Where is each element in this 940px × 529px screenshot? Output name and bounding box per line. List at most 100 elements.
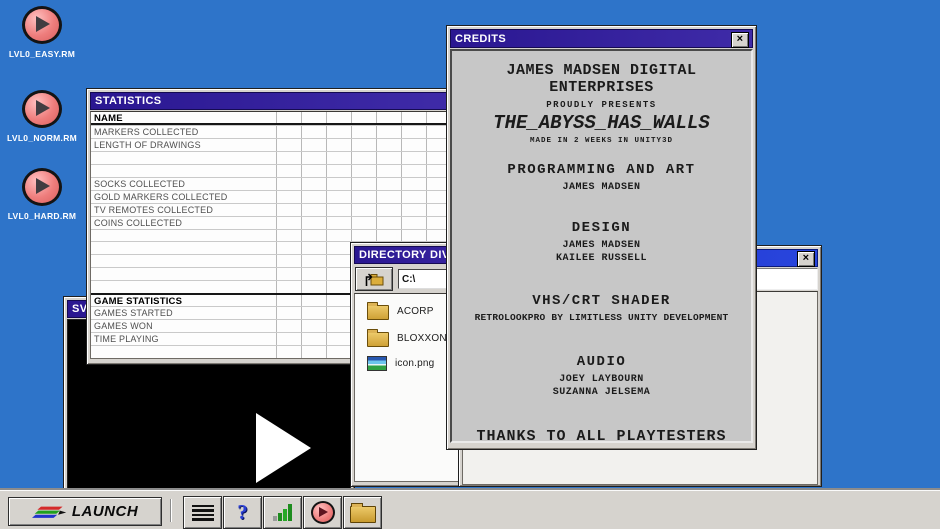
table-cell (402, 165, 427, 177)
help-icon: ? (237, 500, 248, 525)
table-cell (327, 281, 352, 293)
table-cell (277, 204, 302, 216)
credits-heading-audio: AUDIO (452, 354, 751, 370)
table-cell (327, 242, 352, 254)
help-button[interactable]: ? (223, 496, 262, 529)
table-cell (302, 152, 327, 164)
close-icon[interactable]: × (731, 32, 749, 48)
folder-button[interactable] (343, 496, 382, 529)
table-cell (277, 242, 302, 254)
chart-icon (272, 503, 293, 522)
table-cell (302, 191, 327, 203)
table-cell (277, 152, 302, 164)
folder-icon (350, 506, 376, 523)
launch-button[interactable]: LAUNCH (8, 497, 162, 526)
table-cell (352, 230, 377, 242)
table-cell (327, 307, 352, 319)
close-icon[interactable]: × (797, 251, 815, 267)
table-cell (327, 152, 352, 164)
desktop-icon-lvl0-easy[interactable]: LVL0_EASY.RM (2, 6, 82, 59)
row-label: COINS COLLECTED (91, 217, 277, 229)
table-cell (402, 204, 427, 216)
table-cell (277, 281, 302, 293)
table-cell (352, 191, 377, 203)
video-play-icon[interactable] (256, 413, 311, 483)
table-cell (302, 268, 327, 280)
table-cell (277, 139, 302, 151)
desktop-icon-label: LVL0_HARD.RM (2, 211, 82, 221)
table-cell (402, 217, 427, 229)
play-button[interactable] (303, 496, 342, 529)
statistics-titlebar[interactable]: STATISTICS (90, 92, 453, 110)
table-cell (377, 178, 402, 190)
folder-icon (367, 332, 389, 347)
table-cell (302, 281, 327, 293)
table-row (91, 229, 452, 242)
row-label: TIME PLAYING (91, 333, 277, 345)
table-row: LENGTH OF DRAWINGS (91, 138, 452, 151)
table-row: GOLD MARKERS COLLECTED (91, 190, 452, 203)
table-cell (277, 191, 302, 203)
table-cell (277, 230, 302, 242)
row-label: SOCKS COLLECTED (91, 178, 277, 190)
table-cell (327, 139, 352, 151)
table-cell (377, 112, 402, 123)
table-cell (302, 255, 327, 267)
table-cell (352, 178, 377, 190)
row-label: GAME STATISTICS (91, 295, 277, 306)
credits-presents: PROUDLY PRESENTS (452, 100, 751, 110)
item-name: BLOXXON (397, 333, 447, 344)
table-cell (302, 320, 327, 332)
table-cell (327, 204, 352, 216)
desktop-icon-lvl0-hard[interactable]: LVL0_HARD.RM (2, 168, 82, 221)
table-cell (302, 139, 327, 151)
table-cell (327, 268, 352, 280)
table-cell (327, 217, 352, 229)
play-file-icon (22, 6, 62, 44)
table-row: SOCKS COLLECTED (91, 177, 452, 190)
table-cell (377, 152, 402, 164)
credits-heading-design: DESIGN (452, 220, 751, 236)
table-cell (377, 139, 402, 151)
desktop-icon-lvl0-norm[interactable]: LVL0_NORM.RM (2, 90, 82, 143)
stats-button[interactable] (263, 496, 302, 529)
folder-up-icon (364, 272, 384, 287)
table-cell (352, 152, 377, 164)
play-file-icon (22, 168, 62, 206)
credits-game-title: THE_ABYSS_HAS_WALLS (452, 112, 751, 134)
table-cell (302, 295, 327, 306)
table-cell (327, 112, 352, 123)
directory-title: DIRECTORY DIVE (359, 249, 457, 261)
menu-button[interactable] (183, 496, 222, 529)
credits-company: JAMES MADSEN DIGITAL ENTERPRISES (452, 62, 751, 96)
table-cell (302, 217, 327, 229)
credits-heading-shader: VHS/CRT SHADER (452, 293, 751, 309)
table-cell (352, 204, 377, 216)
row-label (91, 346, 277, 358)
credits-heading-programming: PROGRAMMING AND ART (452, 162, 751, 178)
desktop-icon-label: LVL0_EASY.RM (2, 49, 82, 59)
row-label (91, 268, 277, 280)
row-label: TV REMOTES COLLECTED (91, 204, 277, 216)
table-cell (402, 178, 427, 190)
table-cell (302, 346, 327, 358)
credits-name: JAMES MADSEN (452, 181, 751, 194)
table-cell (327, 346, 352, 358)
table-cell (377, 204, 402, 216)
desktop: LVL0_EASY.RM LVL0_NORM.RM LVL0_HARD.RM S… (0, 0, 940, 529)
credits-titlebar[interactable]: CREDITS × (450, 29, 753, 48)
table-cell (327, 178, 352, 190)
table-row: TV REMOTES COLLECTED (91, 203, 452, 216)
table-cell (402, 152, 427, 164)
table-cell (277, 112, 302, 123)
folder-up-button[interactable] (355, 267, 393, 291)
table-cell (327, 320, 352, 332)
item-name: ACORP (397, 306, 434, 317)
table-row: MARKERS COLLECTED (91, 125, 452, 138)
table-cell (302, 307, 327, 319)
menu-icon (192, 503, 214, 523)
table-cell (277, 320, 302, 332)
table-cell (402, 191, 427, 203)
path-value: C:\ (402, 274, 415, 285)
table-cell (302, 112, 327, 123)
